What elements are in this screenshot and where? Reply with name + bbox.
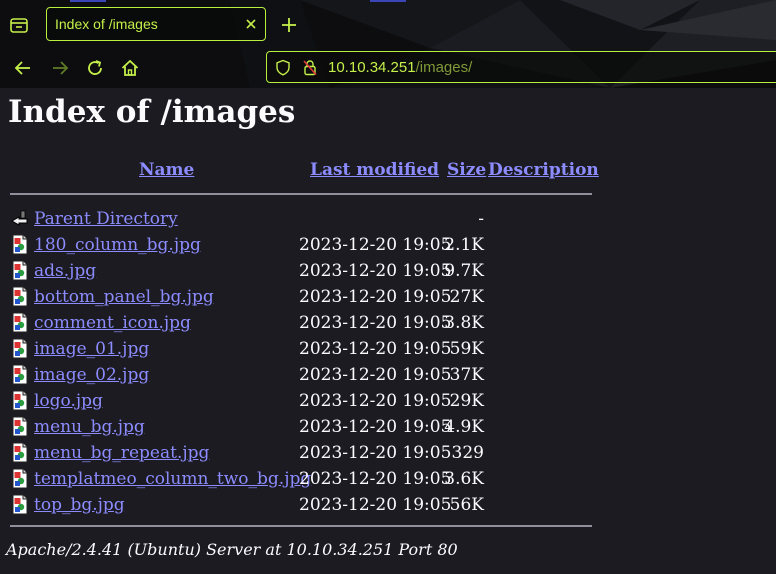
header-divider — [10, 193, 592, 195]
file-size: 59K — [449, 339, 484, 359]
file-size: 37K — [449, 365, 484, 385]
file-link[interactable]: bottom_panel_bg.jpg — [34, 287, 214, 307]
image-file-icon — [12, 260, 28, 281]
image-file-icon — [12, 286, 28, 307]
file-row: image_01.jpg 2023-12-20 19:05 59K — [0, 335, 776, 361]
file-size: 27K — [449, 287, 484, 307]
directory-listing-page: Index of /images Name Last modified Size… — [0, 88, 776, 574]
tab-list-icon[interactable] — [8, 14, 30, 36]
tab-title: Index of /images — [55, 16, 158, 32]
file-row: ads.jpg 2023-12-20 19:05 9.7K — [0, 257, 776, 283]
image-file-icon — [12, 494, 28, 515]
sort-by-last-modified-link[interactable]: Last modified — [310, 160, 439, 180]
url-host: 10.10.34.251 — [328, 59, 416, 76]
file-link[interactable]: menu_bg_repeat.jpg — [34, 443, 209, 463]
forward-icon[interactable] — [50, 58, 70, 78]
file-row: comment_icon.jpg 2023-12-20 19:05 3.8K — [0, 309, 776, 335]
url-path: /images/ — [415, 59, 473, 76]
file-link[interactable]: menu_bg.jpg — [34, 417, 145, 437]
shield-icon[interactable] — [275, 59, 291, 76]
file-last-modified: 2023-12-20 19:05 — [299, 469, 452, 489]
reload-icon[interactable] — [85, 58, 105, 78]
sort-by-size-link[interactable]: Size — [447, 160, 486, 180]
tab-strip: Index of /images — [0, 0, 776, 48]
file-size: 29K — [449, 391, 484, 411]
file-last-modified: 2023-12-20 19:05 — [299, 443, 452, 463]
url-bar[interactable]: 10.10.34.251/images/ — [266, 51, 776, 83]
parent-directory-row: Parent Directory - — [0, 205, 776, 231]
file-size: 3.6K — [444, 469, 484, 489]
file-link[interactable]: ads.jpg — [34, 261, 96, 281]
image-file-icon — [12, 416, 28, 437]
page-title: Index of /images — [8, 94, 296, 130]
file-link[interactable]: image_02.jpg — [34, 365, 149, 385]
file-size: 3.8K — [444, 313, 484, 333]
image-file-icon — [12, 312, 28, 333]
back-arrow-icon — [10, 210, 28, 226]
file-row: logo.jpg 2023-12-20 19:05 29K — [0, 387, 776, 413]
file-last-modified: 2023-12-20 19:05 — [299, 495, 452, 515]
file-row: menu_bg_repeat.jpg 2023-12-20 19:05 329 — [0, 439, 776, 465]
file-size: 4.9K — [444, 417, 484, 437]
file-link[interactable]: top_bg.jpg — [34, 495, 125, 515]
footer-divider — [10, 525, 592, 527]
parent-directory-size: - — [478, 209, 484, 229]
close-icon[interactable] — [243, 16, 259, 32]
file-last-modified: 2023-12-20 19:05 — [299, 339, 452, 359]
back-icon[interactable] — [13, 58, 33, 78]
parent-directory-link[interactable]: Parent Directory — [34, 209, 178, 229]
file-row: 180_column_bg.jpg 2023-12-20 19:05 2.1K — [0, 231, 776, 257]
file-last-modified: 2023-12-20 19:05 — [299, 287, 452, 307]
file-link[interactable]: comment_icon.jpg — [34, 313, 191, 333]
tab-images[interactable]: Index of /images — [46, 7, 266, 41]
sort-by-name-link[interactable]: Name — [139, 160, 194, 180]
image-file-icon — [12, 442, 28, 463]
image-file-icon — [12, 338, 28, 359]
file-link[interactable]: logo.jpg — [34, 391, 103, 411]
file-last-modified: 2023-12-20 19:05 — [299, 235, 452, 255]
file-link[interactable]: 180_column_bg.jpg — [34, 235, 201, 255]
file-last-modified: 2023-12-20 19:05 — [299, 417, 452, 437]
image-file-icon — [12, 364, 28, 385]
file-link[interactable]: templatmeo_column_two_bg.jpg — [34, 469, 311, 489]
file-last-modified: 2023-12-20 19:05 — [299, 313, 452, 333]
file-size: 329 — [451, 443, 484, 463]
file-last-modified: 2023-12-20 19:05 — [299, 391, 452, 411]
file-link[interactable]: image_01.jpg — [34, 339, 149, 359]
file-last-modified: 2023-12-20 19:05 — [299, 261, 452, 281]
home-icon[interactable] — [120, 58, 140, 78]
file-row: top_bg.jpg 2023-12-20 19:05 56K — [0, 491, 776, 517]
browser-chrome: Index of /images 10.10.34.251/images/ — [0, 0, 776, 88]
file-size: 9.7K — [444, 261, 484, 281]
insecure-lock-icon[interactable] — [302, 59, 318, 76]
sort-by-description-link[interactable]: Description — [488, 160, 599, 180]
file-size: 2.1K — [444, 235, 484, 255]
file-row: image_02.jpg 2023-12-20 19:05 37K — [0, 361, 776, 387]
image-file-icon — [12, 468, 28, 489]
file-size: 56K — [449, 495, 484, 515]
new-tab-icon[interactable] — [280, 16, 298, 34]
file-row: menu_bg.jpg 2023-12-20 19:05 4.9K — [0, 413, 776, 439]
image-file-icon — [12, 390, 28, 411]
url-text[interactable]: 10.10.34.251/images/ — [328, 59, 472, 76]
image-file-icon — [12, 234, 28, 255]
file-row: bottom_panel_bg.jpg 2023-12-20 19:05 27K — [0, 283, 776, 309]
file-row: templatmeo_column_two_bg.jpg 2023-12-20 1… — [0, 465, 776, 491]
file-last-modified: 2023-12-20 19:05 — [299, 365, 452, 385]
server-signature: Apache/2.4.41 (Ubuntu) Server at 10.10.3… — [6, 540, 458, 559]
